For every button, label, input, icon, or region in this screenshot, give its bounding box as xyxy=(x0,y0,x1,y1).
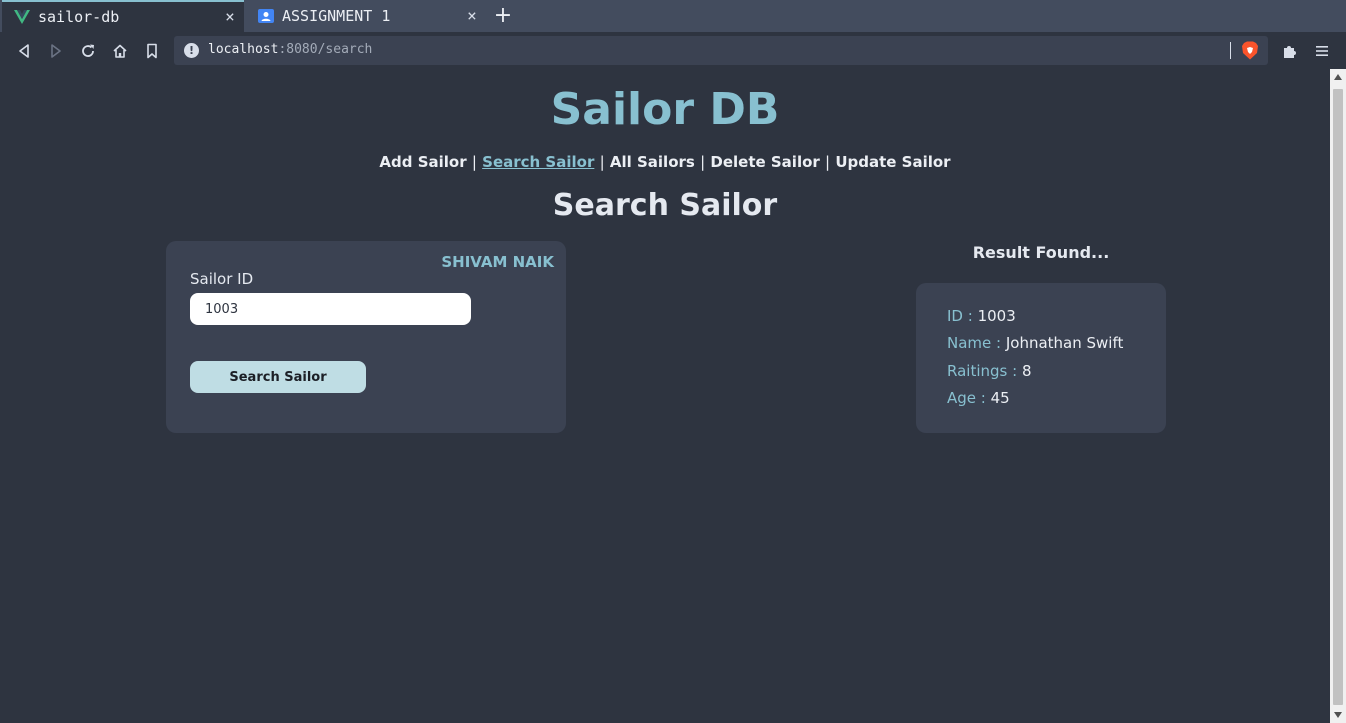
tab-sailor-db[interactable]: sailor-db × xyxy=(2,0,244,32)
nav-link-add-sailor[interactable]: Add Sailor xyxy=(379,153,466,171)
back-arrow-icon[interactable] xyxy=(14,41,34,61)
result-value: 45 xyxy=(990,389,1010,407)
url-text[interactable]: localhost:8080/search xyxy=(208,42,372,57)
result-value: Johnathan Swift xyxy=(1005,334,1124,352)
nav-link-search-sailor[interactable]: Search Sailor xyxy=(482,153,594,171)
sailor-id-input[interactable] xyxy=(190,293,471,325)
nav-separator: | xyxy=(471,153,477,171)
home-icon[interactable] xyxy=(110,41,130,61)
result-row-id: ID : 1003 xyxy=(947,307,1016,325)
brave-shield-icon[interactable] xyxy=(1241,41,1259,60)
reload-icon[interactable] xyxy=(78,41,98,61)
result-key: ID : xyxy=(947,307,973,325)
result-row-ratings: Raitings : 8 xyxy=(947,362,1032,380)
tab-title: ASSIGNMENT 1 xyxy=(282,7,391,25)
tab-assignment-1[interactable]: ASSIGNMENT 1 × xyxy=(246,0,486,32)
new-tab-plus-icon[interactable]: + xyxy=(492,5,514,28)
nav-separator: | xyxy=(599,153,605,171)
result-key: Raitings : xyxy=(947,362,1018,380)
extensions-puzzle-icon[interactable] xyxy=(1280,41,1300,61)
vertical-scrollbar[interactable] xyxy=(1330,69,1346,723)
search-sailor-button[interactable]: Search Sailor xyxy=(190,361,366,393)
result-card: ID : 1003 Name : Johnathan Swift Raiting… xyxy=(916,283,1166,433)
result-value: 1003 xyxy=(977,307,1016,325)
url-path: :8080/search xyxy=(278,42,373,57)
bookmark-icon[interactable] xyxy=(142,41,162,61)
nav-separator: | xyxy=(825,153,831,171)
url-separator xyxy=(1230,42,1231,59)
close-tab-icon[interactable]: × xyxy=(464,8,480,24)
result-heading: Result Found... xyxy=(972,243,1110,262)
address-bar[interactable]: ! localhost:8080/search xyxy=(174,36,1268,65)
search-form-card: SHIVAM NAIK Sailor ID Search Sailor xyxy=(166,241,566,433)
app-title: Sailor DB xyxy=(550,84,780,135)
tab-strip: sailor-db × ASSIGNMENT 1 × + xyxy=(0,0,1346,32)
result-value: 8 xyxy=(1021,362,1032,380)
url-host: localhost xyxy=(208,42,279,57)
result-row-name: Name : Johnathan Swift xyxy=(947,334,1123,352)
scroll-up-arrow-icon[interactable] xyxy=(1334,74,1342,80)
contacts-icon xyxy=(258,8,274,24)
sailor-id-label: Sailor ID xyxy=(190,270,254,288)
site-info-icon[interactable]: ! xyxy=(184,43,199,58)
tab-title: sailor-db xyxy=(38,8,120,26)
vue-logo-icon xyxy=(14,9,30,25)
menu-hamburger-icon[interactable] xyxy=(1312,41,1332,61)
app-navigation: Add Sailor | Search Sailor | All Sailors… xyxy=(0,153,1330,171)
owner-name: SHIVAM NAIK xyxy=(441,253,554,271)
forward-arrow-icon[interactable] xyxy=(46,41,66,61)
nav-link-delete-sailor[interactable]: Delete Sailor xyxy=(710,153,819,171)
nav-separator: | xyxy=(700,153,706,171)
nav-link-update-sailor[interactable]: Update Sailor xyxy=(835,153,950,171)
section-title: Search Sailor xyxy=(552,188,778,223)
nav-link-all-sailors[interactable]: All Sailors xyxy=(610,153,695,171)
navigation-bar: ! localhost:8080/search xyxy=(0,32,1346,69)
result-row-age: Age : 45 xyxy=(947,389,1010,407)
result-key: Name : xyxy=(947,334,1002,352)
result-key: Age : xyxy=(947,389,986,407)
close-tab-icon[interactable]: × xyxy=(222,9,238,25)
page-content: Sailor DB Add Sailor | Search Sailor | A… xyxy=(0,70,1330,723)
scrollbar-thumb[interactable] xyxy=(1333,89,1343,705)
scroll-down-arrow-icon[interactable] xyxy=(1334,712,1342,718)
browser-chrome: sailor-db × ASSIGNMENT 1 × + ! localhost… xyxy=(0,0,1346,69)
